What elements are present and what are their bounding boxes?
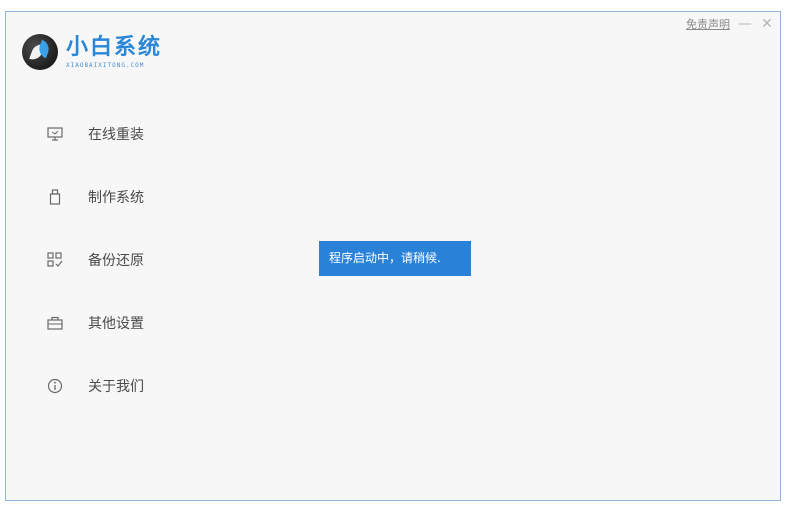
sidebar-item-label: 制作系统 — [88, 190, 144, 206]
sidebar-item-make-system[interactable]: 制作系统 — [38, 183, 238, 211]
usb-drive-icon — [46, 188, 64, 206]
disclaimer-link[interactable]: 免责声明 — [686, 16, 730, 32]
app-window: 免责声明 — ✕ 小白系统 XIAOBAIXITONG.COM 在线重装 制作系… — [5, 11, 781, 501]
sidebar-item-other-settings[interactable]: 其他设置 — [38, 309, 238, 337]
info-icon — [46, 377, 64, 395]
briefcase-icon — [46, 314, 64, 332]
sidebar-item-label: 关于我们 — [88, 379, 144, 395]
sidebar-item-label: 其他设置 — [88, 316, 144, 332]
app-logo: 小白系统 XIAOBAIXITONG.COM — [22, 34, 162, 70]
sidebar-nav: 在线重装 制作系统 备份还原 其他设置 关于我们 — [38, 120, 238, 435]
minimize-button[interactable]: — — [738, 17, 752, 31]
app-subtitle: XIAOBAIXITONG.COM — [66, 62, 145, 69]
logo-icon — [22, 34, 58, 70]
sidebar-item-backup-restore[interactable]: 备份还原 — [38, 246, 238, 274]
grid-backup-icon — [46, 251, 64, 269]
sidebar-item-label: 备份还原 — [88, 253, 144, 269]
sidebar-item-online-reinstall[interactable]: 在线重装 — [38, 120, 238, 148]
monitor-icon — [46, 125, 64, 143]
sidebar-item-label: 在线重装 — [88, 127, 144, 143]
app-title: 小白系统 — [66, 35, 163, 60]
close-button[interactable]: ✕ — [760, 17, 774, 31]
loading-toast: 程序启动中，请稍候. — [319, 241, 471, 276]
sidebar-item-about-us[interactable]: 关于我们 — [38, 372, 238, 400]
titlebar-actions: 免责声明 — ✕ — [686, 16, 774, 32]
